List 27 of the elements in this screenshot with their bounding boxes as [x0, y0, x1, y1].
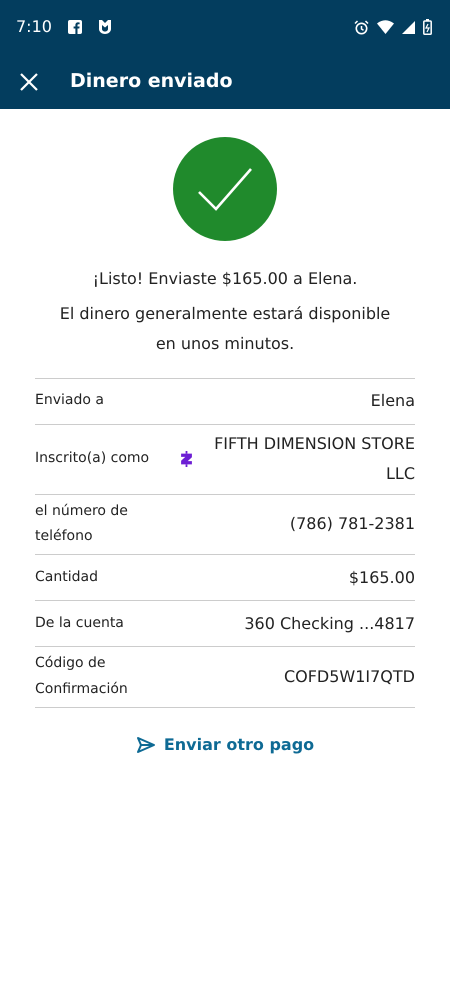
detail-value: Elena	[370, 390, 415, 412]
zelle-icon	[180, 451, 192, 468]
shield-icon	[98, 19, 112, 35]
detail-label: De la cuenta	[35, 614, 125, 633]
detail-label: Cantidad	[35, 568, 99, 587]
screen-title: Dinero enviado	[70, 69, 233, 94]
detail-value: FIFTH DIMENSION STORE LLC	[213, 432, 415, 486]
detail-value: $165.00	[348, 566, 415, 589]
detail-value: 360 Checking ...4817	[243, 612, 415, 635]
detail-value: (786) 781-2381	[288, 513, 415, 536]
wifi-icon	[377, 20, 394, 34]
send-icon	[136, 736, 156, 754]
detail-label: Inscrito(a) como	[35, 449, 150, 468]
signal-icon	[402, 20, 415, 34]
alarm-icon	[354, 20, 369, 34]
send-another-button[interactable]: Enviar otro pago	[130, 732, 320, 758]
status-time: 7:10	[16, 16, 52, 38]
detail-label: el número de teléfono	[35, 502, 129, 546]
close-icon	[18, 70, 40, 92]
facebook-icon	[68, 20, 82, 34]
battery-icon	[423, 19, 432, 35]
detail-label: Enviado a	[35, 391, 105, 410]
detail-label: Código de Confirmación	[35, 654, 129, 700]
availability-note: El dinero generalmente estará disponible en unos minutos.	[58, 303, 392, 356]
close-button[interactable]	[18, 70, 40, 92]
detail-value: COFD5W1I7QTD	[282, 666, 415, 688]
success-message: ¡Listo! Enviaste $165.00 a Elena.	[92, 268, 358, 290]
